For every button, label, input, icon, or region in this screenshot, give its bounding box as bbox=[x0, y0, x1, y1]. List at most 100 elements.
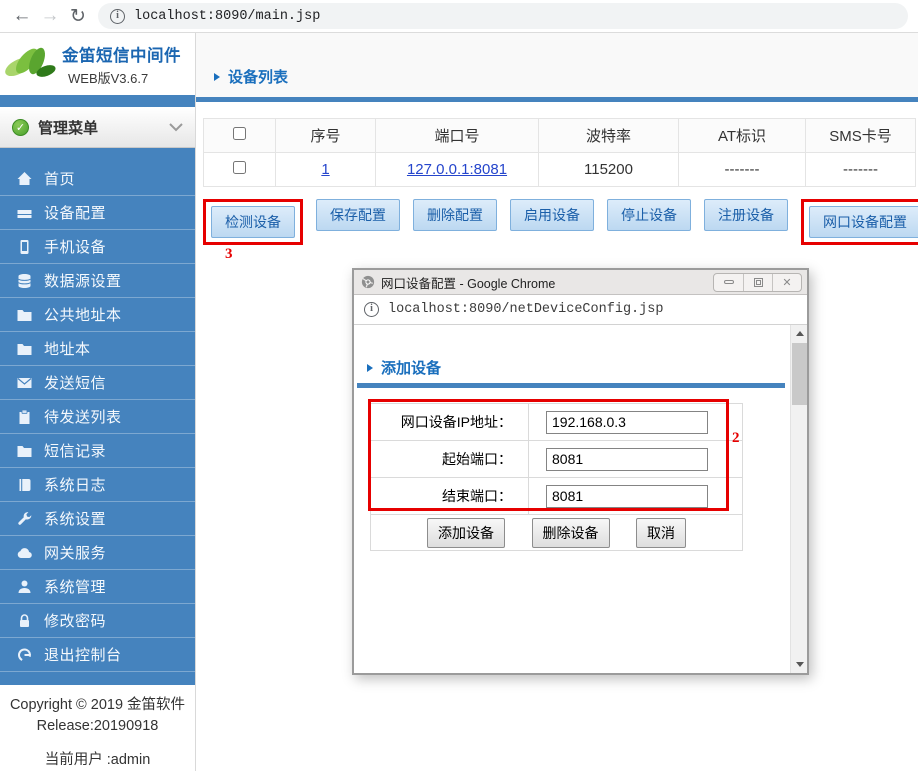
enable-device-button[interactable]: 启用设备 bbox=[510, 199, 594, 231]
seq-link[interactable]: 1 bbox=[321, 161, 329, 178]
sidebar-item-logout[interactable]: 退出控制台 bbox=[0, 638, 195, 672]
detect-device-button[interactable]: 检测设备 bbox=[211, 206, 295, 238]
phone-icon bbox=[16, 238, 35, 255]
popup-address-bar[interactable]: i localhost:8090/netDeviceConfig.jsp bbox=[354, 295, 807, 325]
popup-url-text[interactable]: localhost:8090/netDeviceConfig.jsp bbox=[388, 302, 663, 317]
start-port-input[interactable] bbox=[546, 448, 708, 471]
sidebar-item-home[interactable]: 首页 bbox=[0, 162, 195, 196]
form-buttons-row: 添加设备 删除设备 取消 bbox=[371, 515, 743, 551]
table-row: 1 127.0.0.1:8081 115200 ------- ------- bbox=[204, 153, 916, 187]
sidebar-footer: Copyright © 2019 金笛软件 Release:20190918 当… bbox=[0, 685, 195, 771]
chevron-down-icon bbox=[169, 123, 183, 132]
menu-header[interactable]: ✓ 管理菜单 bbox=[0, 107, 195, 148]
add-device-button[interactable]: 添加设备 bbox=[427, 518, 505, 548]
register-device-button[interactable]: 注册设备 bbox=[704, 199, 788, 231]
chrome-icon bbox=[361, 275, 375, 289]
folder-icon bbox=[16, 442, 35, 459]
sms-card-value: ------- bbox=[806, 153, 916, 187]
sidebar-item-system-settings[interactable]: 系统设置 bbox=[0, 502, 195, 536]
start-port-label: 起始端口： bbox=[371, 441, 529, 478]
lock-icon bbox=[16, 612, 35, 629]
table-header-row: 序号 端口号 波特率 AT标识 SMS卡号 bbox=[204, 119, 916, 153]
user-icon bbox=[16, 578, 35, 595]
refresh-icon[interactable]: ↻ bbox=[64, 2, 92, 30]
folder-icon bbox=[16, 306, 35, 323]
scrollbar-thumb[interactable] bbox=[792, 343, 807, 405]
sidebar-item-public-addressbook[interactable]: 公共地址本 bbox=[0, 298, 195, 332]
maximize-button[interactable] bbox=[743, 274, 772, 291]
forward-icon[interactable]: → bbox=[36, 2, 64, 30]
current-user-text: 当前用户 :admin bbox=[0, 750, 195, 771]
sidebar-item-send-sms[interactable]: 发送短信 bbox=[0, 366, 195, 400]
book-icon bbox=[16, 476, 35, 493]
end-port-input[interactable] bbox=[546, 485, 708, 508]
form-row-end-port: 结束端口： bbox=[371, 478, 743, 515]
net-device-config-window: 网口设备配置 - Google Chrome ✕ i localhost:809… bbox=[352, 268, 809, 675]
ip-label: 网口设备IP地址： bbox=[371, 404, 529, 441]
maximize-icon bbox=[754, 278, 763, 287]
baud-value: 115200 bbox=[539, 153, 679, 187]
brand-version: WEB版V3.6.7 bbox=[68, 68, 181, 87]
device-config-icon bbox=[16, 204, 35, 221]
popup-body: 添加设备 网口设备IP地址： 起始端口： 结束端口： bbox=[354, 325, 807, 673]
brand: 金笛短信中间件 WEB版V3.6.7 bbox=[0, 33, 195, 95]
minimize-button[interactable] bbox=[714, 274, 743, 291]
col-seq: 序号 bbox=[276, 119, 376, 153]
sidebar-item-device-config[interactable]: 设备配置 bbox=[0, 196, 195, 230]
logout-icon bbox=[16, 646, 35, 663]
sidebar-item-addressbook[interactable]: 地址本 bbox=[0, 332, 195, 366]
sidebar-item-system-log[interactable]: 系统日志 bbox=[0, 468, 195, 502]
info-icon[interactable]: i bbox=[110, 9, 125, 24]
back-icon[interactable]: ← bbox=[8, 2, 36, 30]
leaf-logo-icon bbox=[4, 41, 60, 87]
annotation-label-3: 3 bbox=[225, 246, 233, 263]
form-row-start-port: 起始端口： bbox=[371, 441, 743, 478]
form-row-ip: 网口设备IP地址： bbox=[371, 404, 743, 441]
col-at-flag: AT标识 bbox=[679, 119, 806, 153]
clipboard-icon bbox=[16, 408, 35, 425]
folder-icon bbox=[16, 340, 35, 357]
brand-title: 金笛短信中间件 bbox=[62, 42, 181, 66]
popup-scrollbar[interactable] bbox=[790, 325, 807, 673]
triangle-marker-icon bbox=[214, 73, 220, 81]
sidebar-item-phone-device[interactable]: 手机设备 bbox=[0, 230, 195, 264]
sidebar-item-sms-records[interactable]: 短信记录 bbox=[0, 434, 195, 468]
address-bar[interactable]: i localhost:8090/main.jsp bbox=[98, 3, 908, 29]
col-port: 端口号 bbox=[376, 119, 539, 153]
annotation-box-1: 网口设备配置 bbox=[801, 199, 918, 245]
popup-title: 网口设备配置 - Google Chrome bbox=[381, 273, 713, 292]
scroll-up-icon[interactable] bbox=[791, 325, 808, 342]
cancel-button[interactable]: 取消 bbox=[636, 518, 686, 548]
sidebar-item-pending-list[interactable]: 待发送列表 bbox=[0, 400, 195, 434]
triangle-marker-icon bbox=[367, 364, 373, 372]
port-link[interactable]: 127.0.0.1:8081 bbox=[407, 161, 507, 178]
popup-titlebar[interactable]: 网口设备配置 - Google Chrome ✕ bbox=[354, 270, 807, 295]
sidebar-item-datasource[interactable]: 数据源设置 bbox=[0, 264, 195, 298]
annotation-box-3: 检测设备 bbox=[203, 199, 303, 245]
scroll-down-icon[interactable] bbox=[791, 656, 808, 673]
info-icon[interactable]: i bbox=[364, 302, 379, 317]
select-all-checkbox[interactable] bbox=[233, 127, 246, 140]
row-checkbox[interactable] bbox=[233, 161, 246, 174]
cloud-icon bbox=[16, 544, 35, 561]
minimize-icon bbox=[724, 280, 734, 284]
header-accent-bar bbox=[196, 97, 918, 102]
stop-device-button[interactable]: 停止设备 bbox=[607, 199, 691, 231]
close-icon: ✕ bbox=[782, 276, 791, 289]
annotation-label-2: 2 bbox=[732, 430, 740, 447]
main-content: 设备列表 序号 端口号 波特率 AT标识 SMS卡号 1 127.0.0.1:8… bbox=[196, 33, 918, 771]
delete-device-button[interactable]: 删除设备 bbox=[532, 518, 610, 548]
delete-config-button[interactable]: 删除配置 bbox=[413, 199, 497, 231]
menu-header-label: 管理菜单 bbox=[38, 117, 169, 138]
url-text[interactable]: localhost:8090/main.jsp bbox=[134, 9, 320, 24]
close-button[interactable]: ✕ bbox=[772, 274, 801, 291]
sidebar-item-gateway-service[interactable]: 网关服务 bbox=[0, 536, 195, 570]
copyright-text: Copyright © 2019 金笛软件 bbox=[0, 695, 195, 716]
device-table: 序号 端口号 波特率 AT标识 SMS卡号 1 127.0.0.1:8081 1… bbox=[203, 118, 916, 187]
ip-input[interactable] bbox=[546, 411, 708, 434]
end-port-label: 结束端口： bbox=[371, 478, 529, 515]
save-config-button[interactable]: 保存配置 bbox=[316, 199, 400, 231]
net-device-config-button[interactable]: 网口设备配置 bbox=[809, 206, 918, 238]
sidebar-item-change-password[interactable]: 修改密码 bbox=[0, 604, 195, 638]
sidebar-item-system-admin[interactable]: 系统管理 bbox=[0, 570, 195, 604]
